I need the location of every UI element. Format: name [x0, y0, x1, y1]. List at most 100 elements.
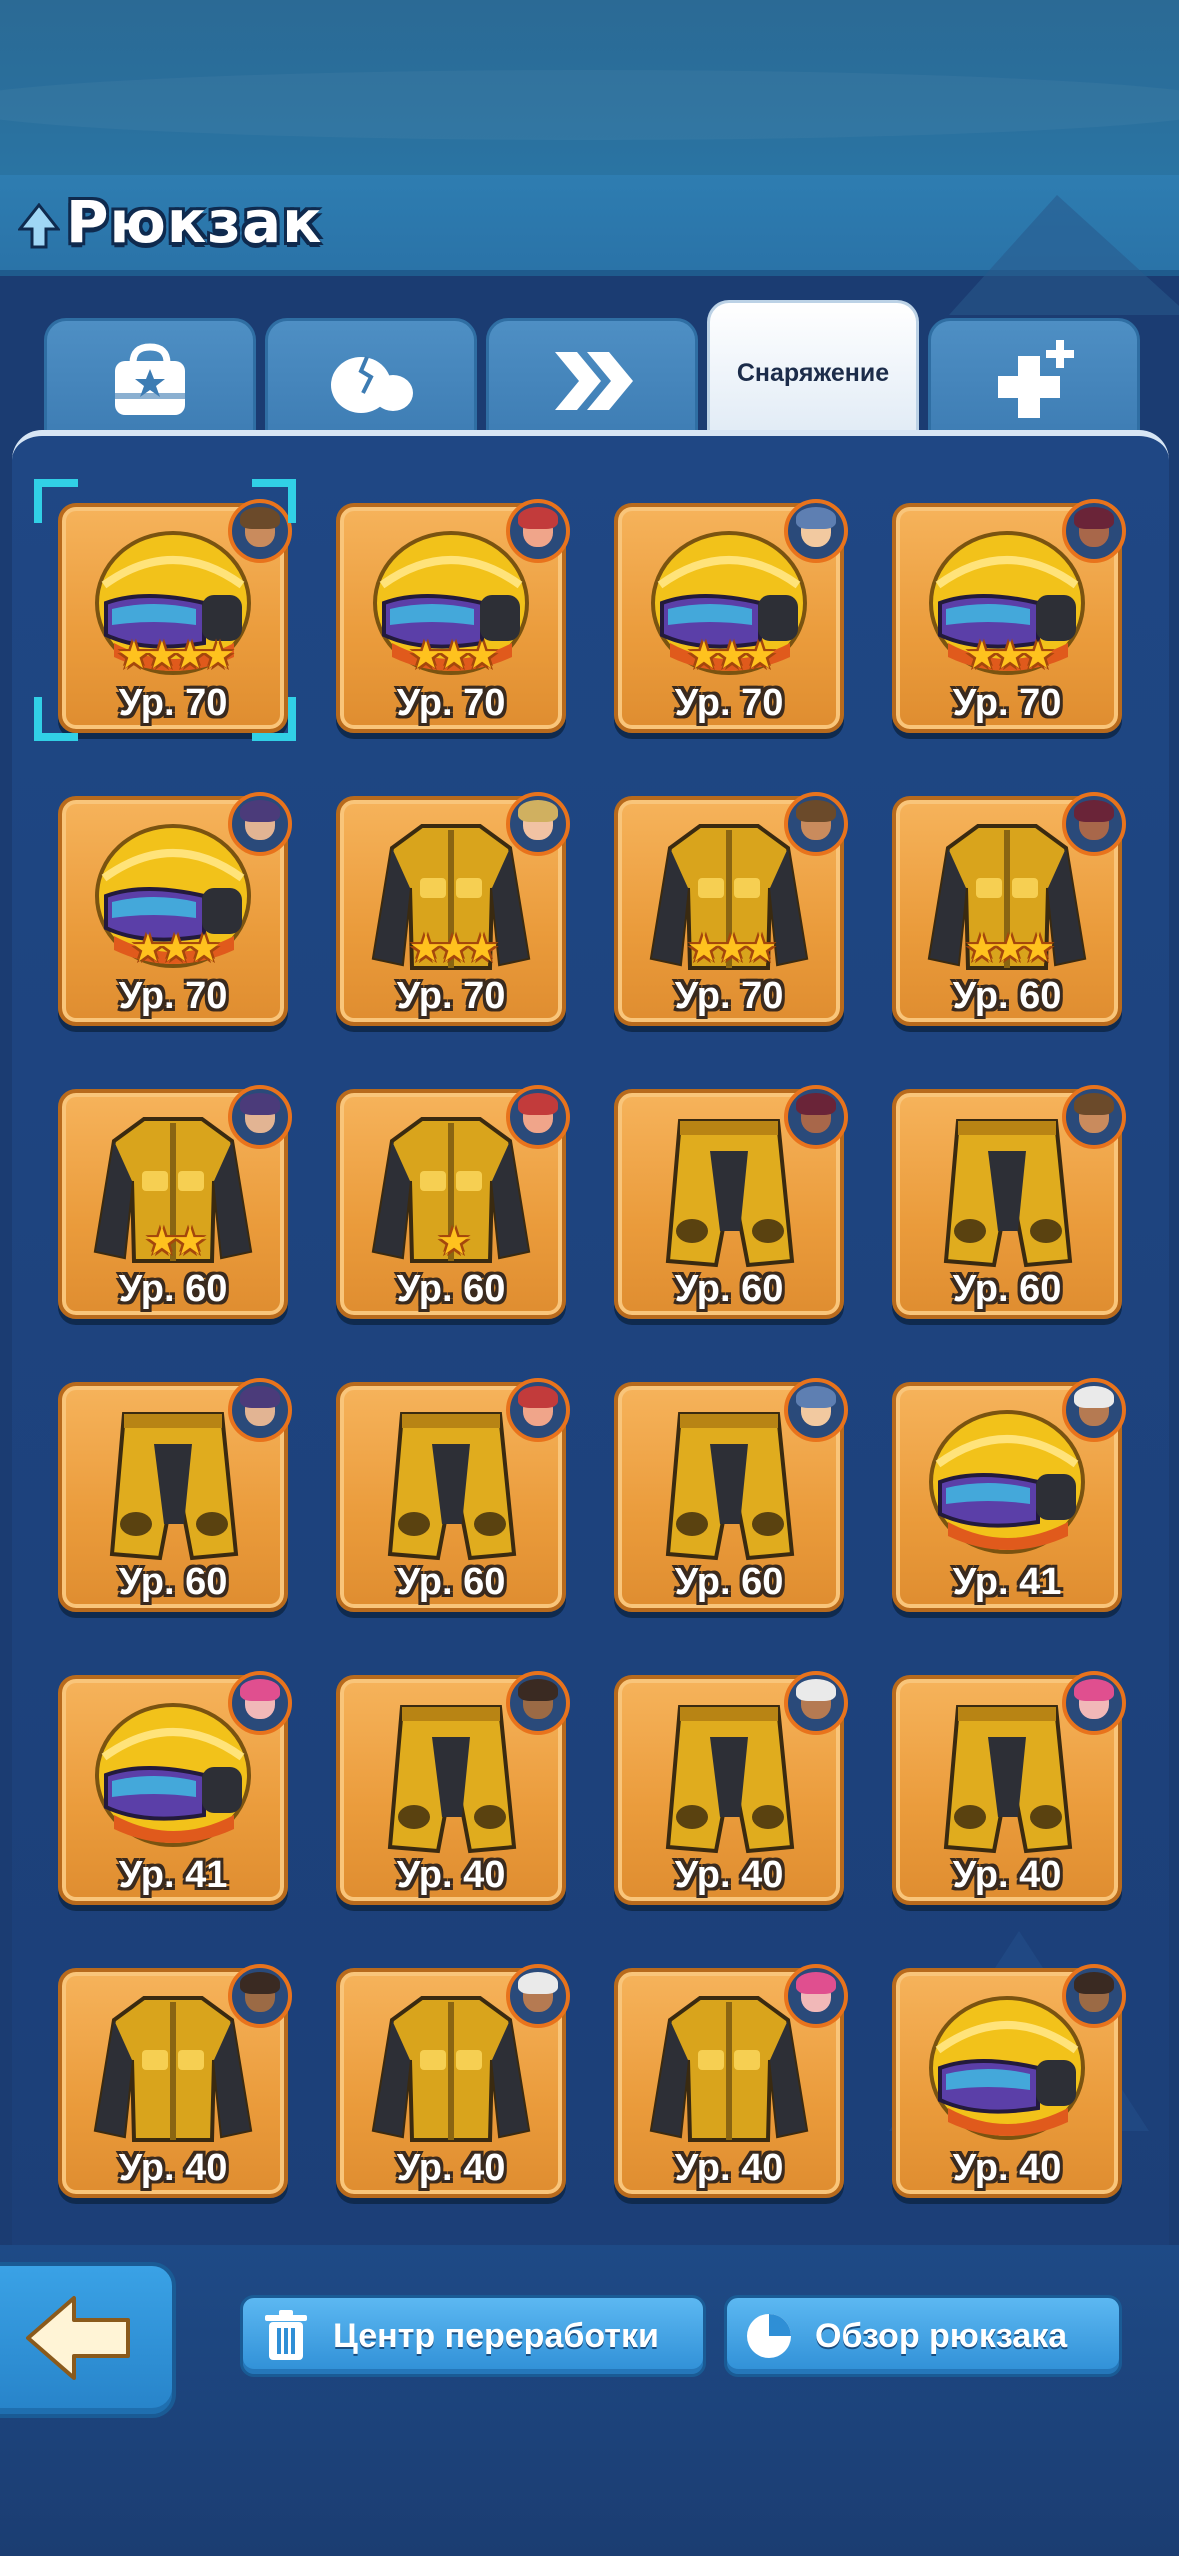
tab-gear-label: Снаряжение [736, 358, 890, 387]
item-card-pants[interactable]: Ур. 40 [614, 1671, 848, 1905]
item-level: Ур. 60 [952, 1268, 1062, 1310]
item-level: Ур. 70 [674, 975, 784, 1017]
item-level: Ур. 40 [952, 2147, 1062, 2189]
star-rating: ★★★ [130, 926, 221, 970]
star-rating: ★★★ [686, 926, 777, 970]
pie-chart-icon [747, 2314, 791, 2358]
item-card-jacket[interactable]: ★★★ Ур. 60 [892, 792, 1126, 1026]
item-card-pants[interactable]: Ур. 60 [614, 1085, 848, 1319]
item-card-pants[interactable]: Ур. 60 [614, 1378, 848, 1612]
item-card-pants[interactable]: Ур. 40 [892, 1671, 1126, 1905]
trash-icon [265, 2310, 307, 2360]
item-level: Ур. 60 [118, 1561, 228, 1603]
item-level: Ур. 60 [118, 1268, 228, 1310]
item-level: Ур. 40 [396, 2147, 506, 2189]
item-level: Ур. 41 [952, 1561, 1062, 1603]
item-card-pants[interactable]: Ур. 60 [58, 1378, 292, 1612]
item-level: Ур. 70 [674, 682, 784, 724]
backpack-overview-label: Обзор рюкзака [815, 2316, 1068, 2355]
item-card-pants[interactable]: Ур. 60 [892, 1085, 1126, 1319]
hero-avatar-icon [784, 1378, 848, 1442]
hero-avatar-icon [228, 1378, 292, 1442]
item-card-jacket[interactable]: Ур. 40 [614, 1964, 848, 2198]
hero-avatar-icon [784, 1671, 848, 1735]
hero-avatar-icon [784, 792, 848, 856]
hero-avatar-icon [228, 792, 292, 856]
double-chevron-icon [555, 352, 633, 410]
star-rating: ★★ [144, 1219, 207, 1263]
hero-avatar-icon [506, 1378, 570, 1442]
bottom-bar [0, 2245, 1179, 2556]
item-card-helmet[interactable]: ★★★★ Ур. 70 [58, 499, 292, 733]
hero-avatar-icon [784, 499, 848, 563]
item-level: Ур. 70 [118, 682, 228, 724]
page-title: Рюкзак [66, 188, 323, 256]
item-card-helmet[interactable]: ★★★ Ур. 70 [336, 499, 570, 733]
star-rating: ★★★ [408, 926, 499, 970]
item-card-helmet[interactable]: ★★★ Ур. 70 [58, 792, 292, 1026]
item-level: Ур. 40 [674, 1854, 784, 1896]
hero-avatar-icon [1062, 499, 1126, 563]
tab-chest[interactable] [44, 318, 256, 441]
item-level: Ур. 70 [396, 975, 506, 1017]
recycle-center-button[interactable]: Центр переработки [240, 2295, 706, 2377]
hero-avatar-icon [784, 1085, 848, 1149]
item-level: Ур. 41 [118, 1854, 228, 1896]
hero-avatar-icon [228, 1085, 292, 1149]
item-card-helmet[interactable]: Ур. 41 [892, 1378, 1126, 1612]
item-level: Ур. 40 [396, 1854, 506, 1896]
hero-avatar-icon [506, 1085, 570, 1149]
hero-avatar-icon [784, 1964, 848, 2028]
hero-avatar-icon [506, 1964, 570, 2028]
item-card-helmet[interactable]: Ур. 40 [892, 1964, 1126, 2198]
tab-boosts[interactable] [486, 318, 698, 441]
item-card-jacket[interactable]: Ур. 40 [58, 1964, 292, 2198]
hero-avatar-icon [1062, 1964, 1126, 2028]
star-rating: ★★★ [686, 633, 777, 677]
item-level: Ур. 40 [952, 1854, 1062, 1896]
item-level: Ур. 60 [674, 1561, 784, 1603]
hero-avatar-icon [506, 792, 570, 856]
hero-avatar-icon [228, 1964, 292, 2028]
item-card-pants[interactable]: Ур. 60 [336, 1378, 570, 1612]
item-level: Ур. 40 [118, 2147, 228, 2189]
item-card-jacket[interactable]: ★★ Ур. 60 [58, 1085, 292, 1319]
backpack-overview-button[interactable]: Обзор рюкзака [724, 2295, 1122, 2377]
hero-avatar-icon [228, 1671, 292, 1735]
hero-avatar-icon [1062, 792, 1126, 856]
item-card-jacket[interactable]: ★★★ Ур. 70 [614, 792, 848, 1026]
recycle-center-label: Центр переработки [333, 2316, 659, 2355]
item-level: Ур. 60 [674, 1268, 784, 1310]
item-card-jacket[interactable]: ★ Ур. 60 [336, 1085, 570, 1319]
item-card-pants[interactable]: Ур. 40 [336, 1671, 570, 1905]
item-level: Ур. 60 [952, 975, 1062, 1017]
star-rating: ★★★★ [116, 633, 235, 677]
tree-icon [18, 203, 60, 249]
item-level: Ур. 70 [396, 682, 506, 724]
hero-avatar-icon [506, 499, 570, 563]
star-rating: ★ [436, 1219, 471, 1263]
star-rating: ★★★ [964, 926, 1055, 970]
item-card-helmet[interactable]: Ур. 41 [58, 1671, 292, 1905]
hero-avatar-icon [228, 499, 292, 563]
plus-medkit-icon [998, 340, 1074, 418]
top-background [0, 0, 1179, 175]
item-level: Ур. 60 [396, 1268, 506, 1310]
back-button[interactable] [0, 2262, 176, 2418]
item-level: Ур. 60 [396, 1561, 506, 1603]
item-card-jacket[interactable]: Ур. 40 [336, 1964, 570, 2198]
bag-star-icon [115, 343, 185, 415]
item-level: Ур. 70 [118, 975, 228, 1017]
star-rating: ★★★ [408, 633, 499, 677]
hero-avatar-icon [1062, 1085, 1126, 1149]
tab-medical[interactable] [928, 318, 1140, 441]
hero-avatar-icon [506, 1671, 570, 1735]
item-card-jacket[interactable]: ★★★ Ур. 70 [336, 792, 570, 1026]
egg-crack-icon [331, 356, 413, 413]
tab-fragments[interactable] [265, 318, 477, 441]
item-card-helmet[interactable]: ★★★ Ур. 70 [614, 499, 848, 733]
tab-gear[interactable]: Снаряжение [707, 300, 919, 443]
item-card-helmet[interactable]: ★★★ Ур. 70 [892, 499, 1126, 733]
hero-avatar-icon [1062, 1671, 1126, 1735]
star-rating: ★★★ [964, 633, 1055, 677]
